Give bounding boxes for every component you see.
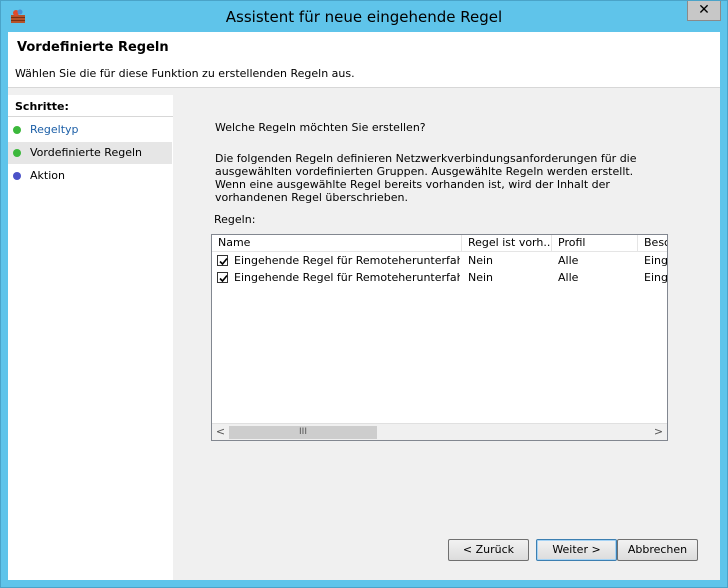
- step-done-icon: [13, 126, 21, 134]
- rules-list-header: Name Regel ist vorh... Profil Besc: [212, 235, 667, 252]
- rule-name: Eingehende Regel für Remoteherunterfahre…: [234, 254, 460, 267]
- rule-description: Einge: [644, 254, 667, 267]
- step-aktion: Aktion: [8, 165, 172, 187]
- scroll-right-icon[interactable]: >: [650, 424, 667, 440]
- rule-checkbox[interactable]: [217, 255, 228, 266]
- table-row[interactable]: Eingehende Regel für Remoteherunterfahre…: [212, 252, 667, 269]
- rule-description: Einge: [644, 271, 667, 284]
- step-label: Vordefinierte Regeln: [30, 146, 142, 159]
- rule-checkbox[interactable]: [217, 272, 228, 283]
- table-row[interactable]: Eingehende Regel für Remoteherunterfahre…: [212, 269, 667, 286]
- step-label: Aktion: [30, 169, 65, 182]
- column-header-description[interactable]: Besc: [638, 235, 667, 251]
- close-icon: ✕: [698, 2, 710, 18]
- rule-profile: Alle: [558, 254, 579, 267]
- step-vordefinierte-regeln[interactable]: Vordefinierte Regeln: [8, 142, 172, 164]
- horizontal-scrollbar[interactable]: < III >: [212, 423, 667, 440]
- question-text: Welche Regeln möchten Sie erstellen?: [215, 121, 426, 134]
- step-label: Regeltyp: [30, 123, 79, 136]
- rules-label: Regeln:: [214, 213, 256, 226]
- column-header-name[interactable]: Name: [212, 235, 462, 251]
- header-divider: [8, 87, 720, 95]
- rule-exists: Nein: [468, 271, 494, 284]
- column-header-exists[interactable]: Regel ist vorh...: [462, 235, 552, 251]
- step-pending-icon: [13, 172, 21, 180]
- wizard-header: Vordefinierte Regeln Wählen Sie die für …: [8, 32, 720, 87]
- next-button[interactable]: Weiter >: [536, 539, 617, 561]
- wizard-window: Assistent für neue eingehende Regel ✕ Vo…: [0, 0, 728, 588]
- step-regeltyp[interactable]: Regeltyp: [8, 119, 172, 141]
- explanation-text: Die folgenden Regeln definieren Netzwerk…: [215, 152, 637, 204]
- page-description: Wählen Sie die für diese Funktion zu ers…: [15, 67, 355, 80]
- rule-name: Eingehende Regel für Remoteherunterfahre…: [234, 271, 460, 284]
- steps-heading: Schritte:: [8, 95, 173, 117]
- checkmark-icon: [219, 257, 228, 266]
- page-title: Vordefinierte Regeln: [17, 40, 169, 55]
- rule-profile: Alle: [558, 271, 579, 284]
- rules-list[interactable]: Name Regel ist vorh... Profil Besc Einge…: [211, 234, 668, 441]
- back-button[interactable]: < Zurück: [448, 539, 529, 561]
- scroll-left-icon[interactable]: <: [212, 424, 229, 440]
- client-area: Vordefinierte Regeln Wählen Sie die für …: [8, 32, 720, 580]
- scroll-thumb[interactable]: III: [229, 426, 377, 439]
- close-button[interactable]: ✕: [687, 1, 721, 21]
- steps-heading-label: Schritte:: [15, 100, 69, 113]
- rule-exists: Nein: [468, 254, 494, 267]
- steps-sidebar: Schritte: Regeltyp Vordefinierte Regeln …: [8, 95, 173, 580]
- window-title: Assistent für neue eingehende Regel: [225, 8, 503, 26]
- step-current-icon: [13, 149, 21, 157]
- column-header-profile[interactable]: Profil: [552, 235, 638, 251]
- title-bar[interactable]: Assistent für neue eingehende Regel ✕: [1, 1, 727, 32]
- checkmark-icon: [219, 274, 228, 283]
- cancel-button[interactable]: Abbrechen: [617, 539, 698, 561]
